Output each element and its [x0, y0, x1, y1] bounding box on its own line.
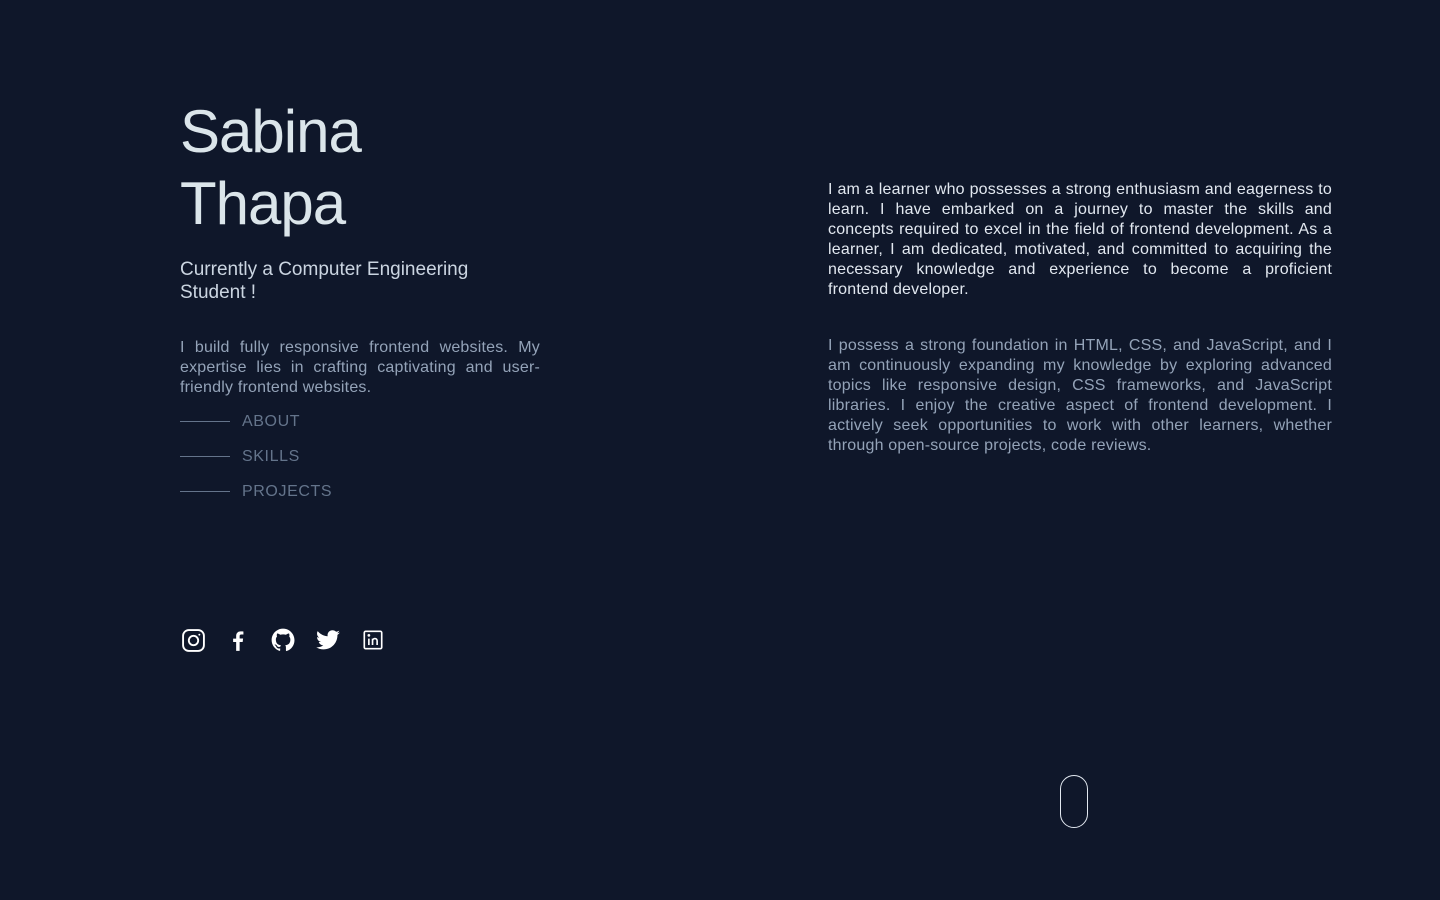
intro-text: I build fully responsive frontend websit…: [180, 339, 540, 396]
hero-section: Sabina Thapa Currently a Computer Engine…: [180, 96, 540, 398]
tagline: Currently a Computer Engineering Student…: [180, 259, 469, 303]
section-nav: ABOUT SKILLS PROJECTS: [180, 404, 332, 509]
about-paragraph: I possess a strong foundation in HTML, C…: [828, 337, 1332, 454]
nav-item-label: ABOUT: [242, 412, 301, 430]
portfolio-page: Sabina Thapa Currently a Computer Engine…: [0, 0, 1440, 900]
github-icon: [271, 628, 295, 652]
nav-indicator-line: [180, 456, 230, 457]
nav-item-label: SKILLS: [242, 447, 300, 465]
page-title: Sabina Thapa: [180, 98, 362, 237]
social-links: [180, 627, 386, 653]
nav-item-about[interactable]: ABOUT: [180, 404, 332, 439]
nav-item-skills[interactable]: SKILLS: [180, 439, 332, 474]
github-link[interactable]: [270, 627, 296, 653]
linkedin-icon: [363, 630, 383, 650]
facebook-icon: [233, 631, 244, 651]
linkedin-link[interactable]: [360, 627, 386, 653]
about-section: I am a learner who possesses a strong en…: [828, 180, 1332, 456]
instagram-icon: [181, 628, 205, 652]
nav-indicator-line: [180, 491, 230, 492]
facebook-link[interactable]: [225, 627, 251, 653]
nav-indicator-line: [180, 421, 230, 422]
mouse-cursor-outline[interactable]: [1060, 775, 1088, 828]
nav-item-label: PROJECTS: [242, 482, 333, 500]
nav-item-projects[interactable]: PROJECTS: [180, 474, 332, 509]
about-paragraph: I am a learner who possesses a strong en…: [828, 181, 1332, 298]
instagram-link[interactable]: [180, 627, 206, 653]
twitter-link[interactable]: [315, 627, 341, 653]
twitter-icon: [316, 630, 340, 650]
